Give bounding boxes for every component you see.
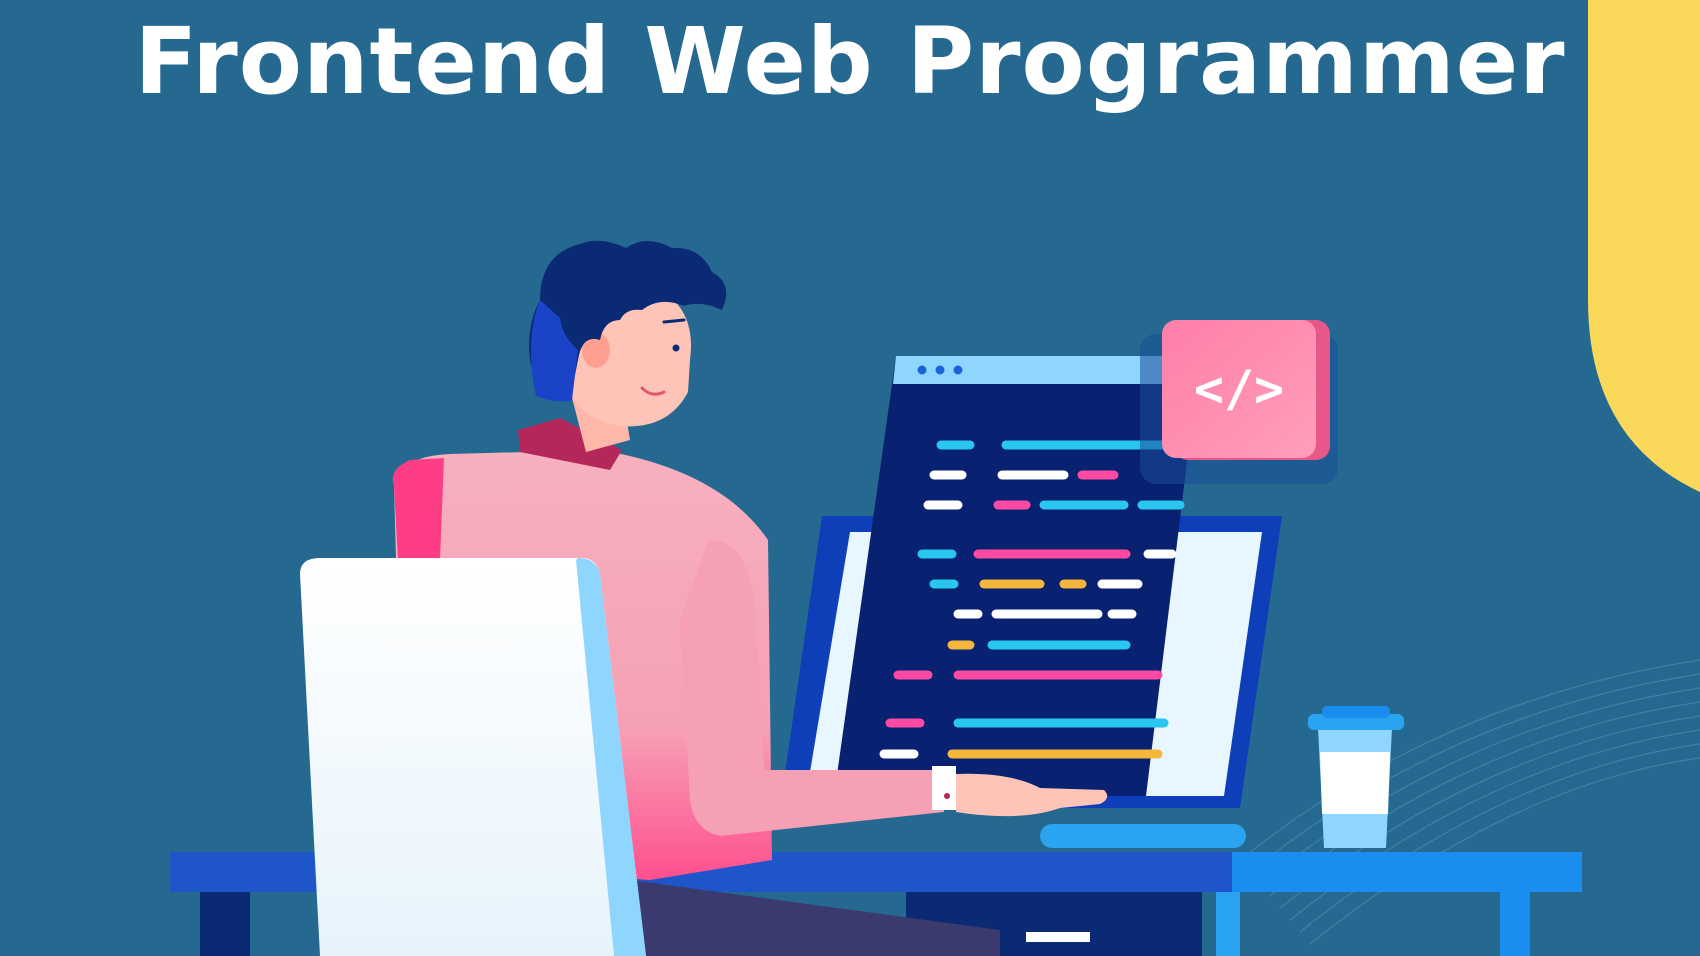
illustration-canvas: Frontend Web Programmer </> bbox=[0, 0, 1700, 956]
decorative-wave-lines bbox=[1239, 659, 1700, 945]
code-badge-label: </> bbox=[1193, 360, 1285, 418]
page-title: Frontend Web Programmer bbox=[134, 8, 1566, 115]
coffee-cup-icon bbox=[1308, 706, 1404, 848]
code-tag-icon: </> bbox=[1162, 320, 1316, 458]
chair bbox=[300, 558, 646, 956]
programmer-illustration bbox=[170, 0, 1700, 956]
window-dots-icon bbox=[917, 365, 963, 375]
